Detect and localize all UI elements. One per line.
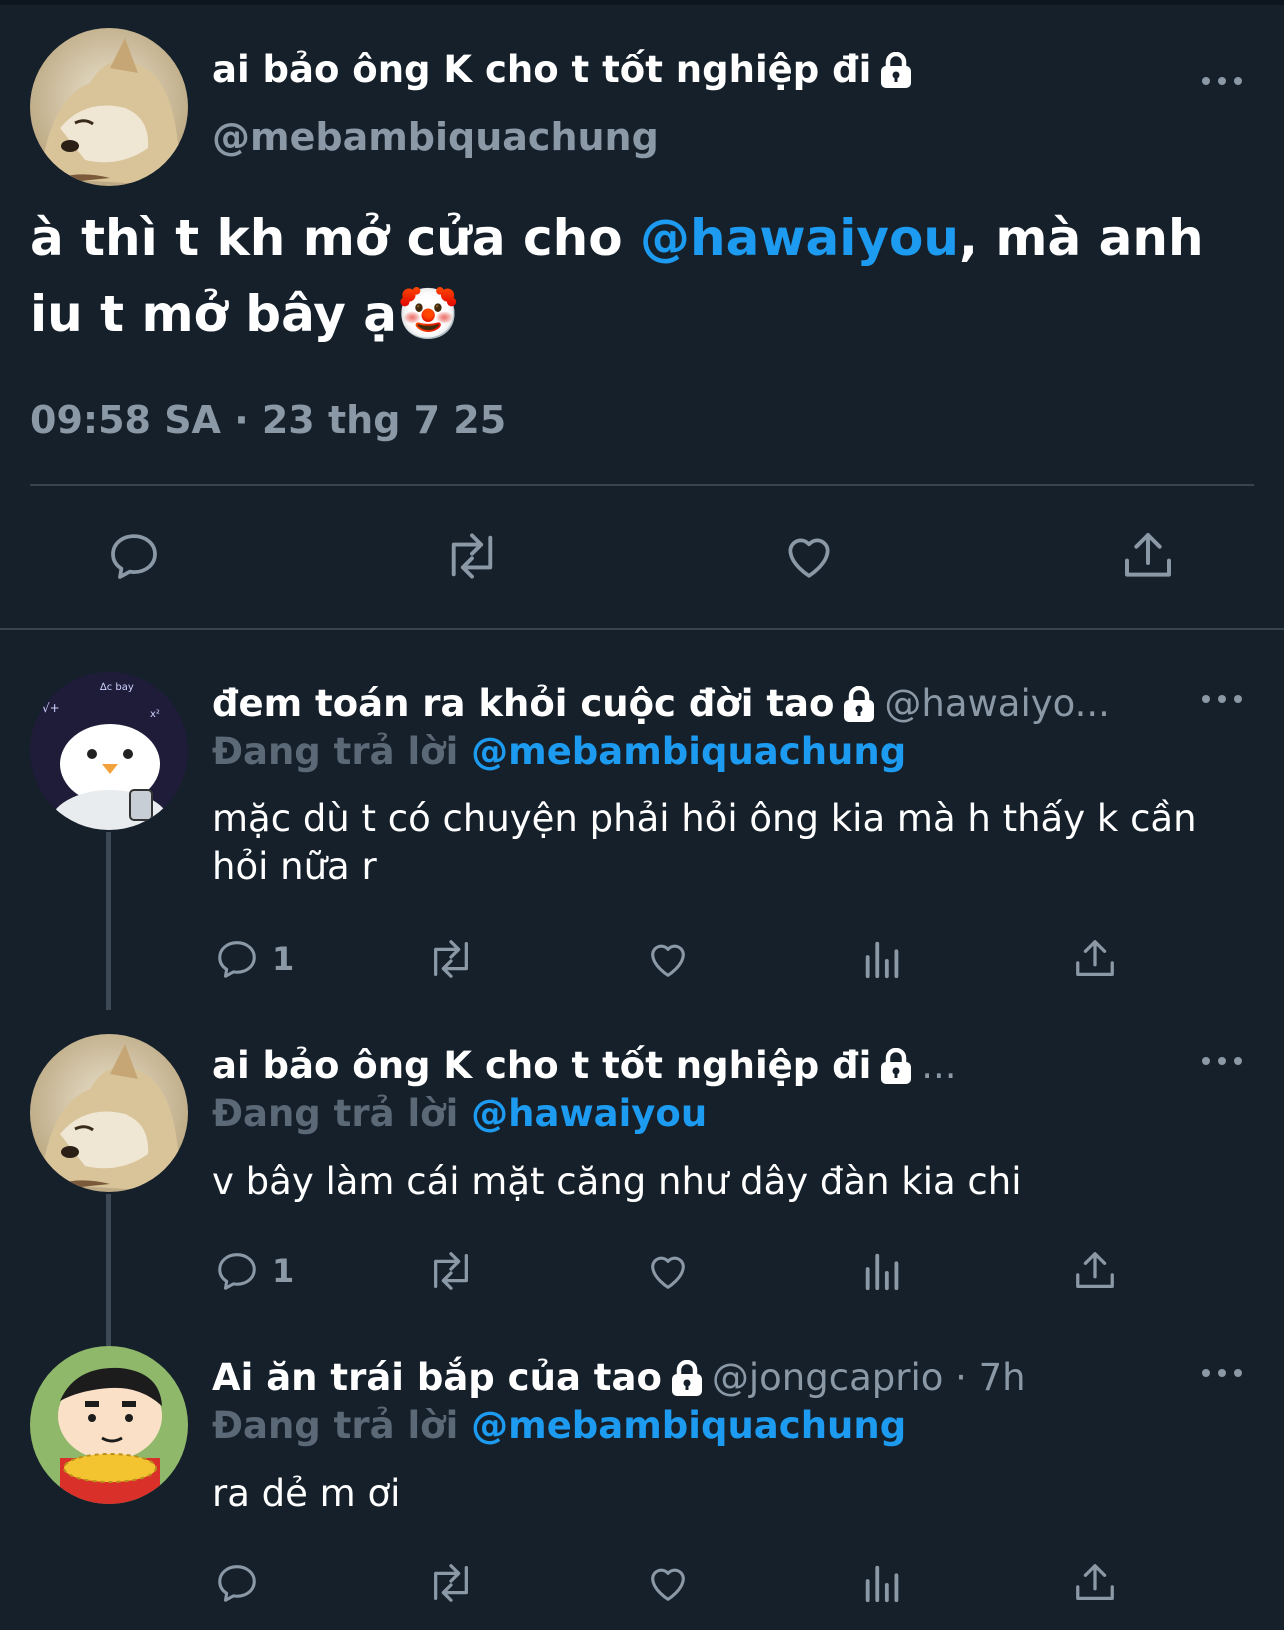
reply-display-name[interactable]: ai bảo ông K cho t tốt nghiệp đi ... (212, 1044, 957, 1087)
reply-text: ra dẻ m ơi (212, 1472, 401, 1515)
retweet-icon[interactable] (424, 1248, 478, 1294)
reply-icon[interactable] (214, 1560, 260, 1606)
like-icon[interactable] (644, 1560, 692, 1606)
lock-icon (671, 1359, 702, 1396)
reply-count: 1 (272, 940, 295, 978)
lock-icon (844, 685, 875, 722)
retweet-icon[interactable] (440, 528, 504, 584)
reply-to-mention[interactable]: @hawaiyou (471, 1092, 707, 1135)
views-icon[interactable] (860, 936, 906, 982)
like-icon[interactable] (644, 1248, 692, 1294)
reply-text: mặc dù t có chuyện phải hỏi ông kia mà h… (212, 797, 1197, 888)
views-icon[interactable] (860, 1248, 906, 1294)
reply-count: 1 (272, 1252, 295, 1290)
dog-avatar[interactable] (30, 28, 188, 186)
reply-display-name[interactable]: Ai ăn trái bắp của tao @jongcaprio · 7h (212, 1356, 1026, 1399)
like-icon[interactable] (780, 528, 838, 584)
svg-text:x²: x² (150, 709, 160, 720)
reply-handle[interactable]: ... (921, 1044, 956, 1087)
more-options-icon[interactable] (1202, 692, 1242, 706)
reply-handle[interactable]: @jongcaprio · 7h (712, 1356, 1026, 1399)
share-icon[interactable] (1072, 936, 1118, 982)
svg-text:∆c bay: ∆c bay (99, 682, 134, 693)
penguin-avatar[interactable]: ∆c bay √+ x² (30, 672, 188, 830)
reply-icon[interactable] (214, 936, 260, 982)
views-icon[interactable] (860, 1560, 906, 1606)
more-options-icon[interactable] (1202, 1366, 1242, 1380)
mention-link[interactable]: @hawaiyou (640, 209, 959, 267)
replying-to: Đang trả lời @mebambiquachung (212, 1404, 907, 1447)
thread-line (106, 832, 111, 1010)
timestamp[interactable]: 09:58 SA · 23 thg 7 25 (30, 398, 506, 442)
reply-icon[interactable] (214, 1248, 260, 1294)
more-options-icon[interactable] (1202, 74, 1242, 88)
thread-line (106, 1194, 111, 1346)
reply-display-name[interactable]: đem toán ra khỏi cuộc đời tao @hawaiyo..… (212, 682, 1110, 725)
svg-text:√+: √+ (42, 701, 60, 715)
handle[interactable]: @mebambiquachung (212, 115, 659, 159)
lock-icon (881, 51, 912, 88)
share-icon[interactable] (1120, 528, 1176, 584)
retweet-icon[interactable] (424, 936, 478, 982)
reply-icon[interactable] (106, 528, 162, 584)
display-name[interactable]: ai bảo ông K cho t tốt nghiệp đi (212, 48, 913, 91)
reply-to-mention[interactable]: @mebambiquachung (471, 730, 906, 773)
dog-avatar[interactable] (30, 1034, 188, 1192)
section-divider (0, 628, 1284, 630)
reply-to-mention[interactable]: @mebambiquachung (471, 1404, 906, 1447)
like-icon[interactable] (644, 936, 692, 982)
top-edge (0, 0, 1284, 5)
more-options-icon[interactable] (1202, 1054, 1242, 1068)
retweet-icon[interactable] (424, 1560, 478, 1606)
lock-icon (881, 1047, 912, 1084)
reply-text: v bây làm cái mặt căng như dây đàn kia c… (212, 1160, 1022, 1203)
share-icon[interactable] (1072, 1248, 1118, 1294)
share-icon[interactable] (1072, 1560, 1118, 1606)
reply-handle[interactable]: @hawaiyo... (884, 682, 1110, 725)
replying-to: Đang trả lời @mebambiquachung (212, 730, 907, 773)
divider (30, 484, 1254, 486)
tweet-text: à thì t kh mở cửa cho @hawaiyou, mà anh … (30, 209, 1204, 343)
replying-to: Đang trả lời @hawaiyou (212, 1092, 708, 1135)
shinchan-avatar[interactable] (30, 1346, 188, 1504)
